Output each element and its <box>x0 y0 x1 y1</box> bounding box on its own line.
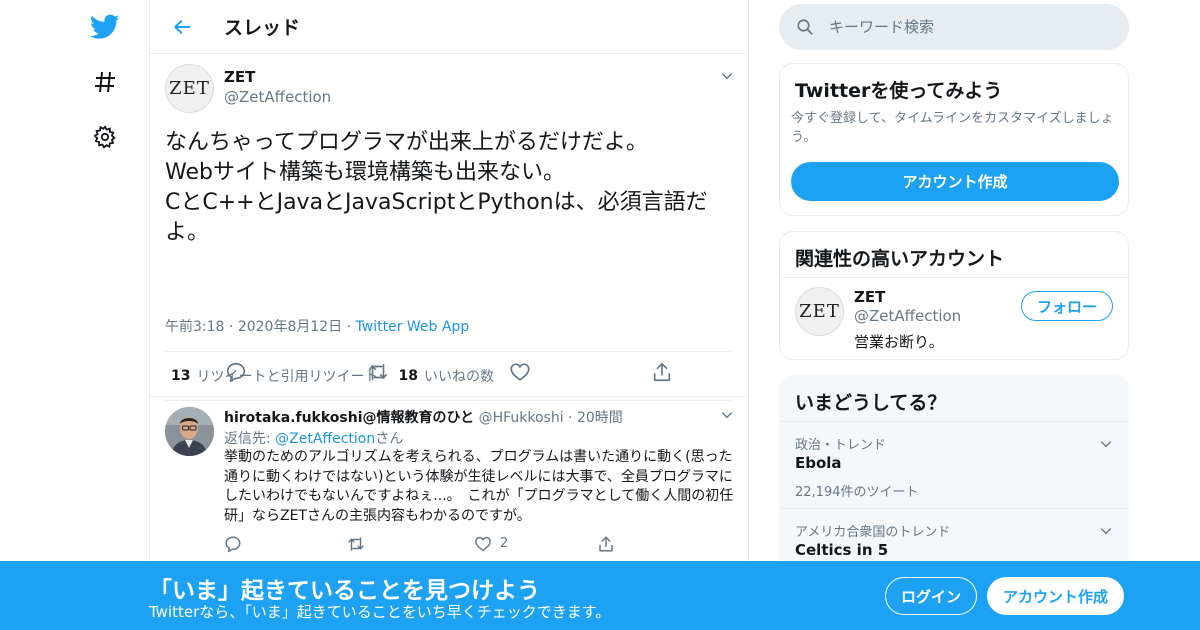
twitter-bird-icon[interactable] <box>88 10 122 44</box>
create-account-button[interactable]: アカウント作成 <box>791 162 1119 201</box>
trend-name[interactable]: Celtics in 5 <box>795 541 888 559</box>
tweet-actions <box>220 360 671 384</box>
reply-to-suffix: さん <box>375 431 404 447</box>
chevron-down-icon[interactable] <box>719 407 735 423</box>
chevron-down-icon[interactable] <box>1098 436 1114 452</box>
tweet-time[interactable]: 午前3:18 <box>165 319 224 335</box>
retweet-icon[interactable] <box>347 535 365 553</box>
tweet-date[interactable]: 2020年8月12日 <box>238 319 342 335</box>
retweet-count[interactable]: 13 <box>171 368 190 384</box>
thread-column: スレッド ZET ZET @ZetAffection なんちゃってプログラマが出… <box>149 0 749 630</box>
create-account-button[interactable]: アカウント作成 <box>987 577 1124 615</box>
follow-button[interactable]: フォロー <box>1021 291 1113 321</box>
reply-to-mention[interactable]: @ZetAffection <box>275 431 375 447</box>
reply-tweet[interactable]: hirotaka.fukkoshi@情報教育のひと @HFukkoshi · 2… <box>150 397 748 567</box>
tweet-text: なんちゃってプログラマが出来上がるだけだよ。 Webサイト構築も環境構築も出来な… <box>165 130 708 245</box>
chevron-down-icon[interactable] <box>719 68 735 84</box>
page-title: スレッド <box>224 17 301 39</box>
related-account-bio: 営業お断り。 <box>854 333 944 351</box>
bottom-bar-subtitle: Twitterなら、「いま」起きていることをいち早くチェックできます。 <box>149 603 611 621</box>
trend-context: アメリカ合衆国のトレンド <box>795 525 951 540</box>
avatar[interactable] <box>165 407 214 456</box>
signup-card-title: Twitterを使ってみよう <box>795 80 1003 102</box>
related-accounts-card: 関連性の高いアカウント ZET ZET @ZetAffection 営業お断り。… <box>779 231 1129 360</box>
tweet-author-name[interactable]: ZET <box>224 68 255 86</box>
tweet-timestamp: 午前3:18 · 2020年8月12日 · Twitter Web App <box>165 319 470 335</box>
reply-time[interactable]: 20時間 <box>577 410 623 426</box>
trend-tweet-count: 22,194件のツイート <box>795 485 919 500</box>
signup-card-description: 今すぐ登録して、タイムラインをカスタマイズしましょう。 <box>791 111 1114 145</box>
trend-name[interactable]: Ebola <box>795 454 842 472</box>
chevron-down-icon[interactable] <box>1098 523 1114 539</box>
search-icon <box>795 17 815 37</box>
share-icon[interactable] <box>597 535 615 553</box>
trend-context: 政治・トレンド <box>795 438 887 453</box>
reply-to-prefix: 返信先: <box>224 431 276 447</box>
reply-to-line: 返信先: @ZetAffectionさん <box>224 428 403 448</box>
thread-header: スレッド <box>150 0 748 54</box>
reply-icon[interactable] <box>224 360 248 384</box>
search-bar[interactable] <box>779 4 1129 50</box>
bottom-bar-title: 「いま」起きていることを見つけよう <box>149 578 540 604</box>
tweet-author-handle[interactable]: @ZetAffection <box>224 88 331 106</box>
related-account-name[interactable]: ZET <box>854 288 885 306</box>
avatar[interactable]: ZET <box>795 287 844 336</box>
reply-author-handle[interactable]: @HFukkoshi <box>479 410 564 426</box>
left-nav <box>80 0 130 630</box>
related-card-title: 関連性の高いアカウント <box>795 248 1005 270</box>
search-input[interactable] <box>829 18 1099 36</box>
gear-icon[interactable] <box>88 120 122 154</box>
avatar[interactable]: ZET <box>165 64 214 113</box>
reply-text: 挙動のためのアルゴリズムを考えられる、プログラムは書いた通りに動く(思った通りに… <box>224 449 734 524</box>
reply-header: hirotaka.fukkoshi@情報教育のひと @HFukkoshi · 2… <box>224 410 623 426</box>
reply-author-name[interactable]: hirotaka.fukkoshi@情報教育のひと <box>224 410 474 426</box>
reply-icon[interactable] <box>224 535 242 553</box>
trend-item[interactable]: 政治・トレンド Ebola 22,194件のツイート <box>780 422 1128 509</box>
heart-icon[interactable] <box>508 360 532 384</box>
hashtag-icon[interactable] <box>88 65 122 99</box>
reply-actions: 2 <box>224 535 624 553</box>
back-arrow-icon[interactable] <box>164 9 200 45</box>
bottom-signup-bar: 「いま」起きていることを見つけよう Twitterなら、「いま」起きていることを… <box>0 561 1200 630</box>
trends-card-title: いまどうしてる？ <box>795 392 947 414</box>
login-button[interactable]: ログイン <box>885 577 977 615</box>
related-account-handle[interactable]: @ZetAffection <box>854 307 961 325</box>
tweet-source-app[interactable]: Twitter Web App <box>356 319 470 335</box>
heart-icon[interactable] <box>474 535 492 553</box>
share-icon[interactable] <box>650 360 674 384</box>
reply-like-count: 2 <box>500 536 509 551</box>
retweet-icon[interactable] <box>366 360 390 384</box>
signup-card: Twitterを使ってみよう 今すぐ登録して、タイムラインをカスタマイズしましょ… <box>779 63 1129 216</box>
divider <box>780 277 1128 278</box>
